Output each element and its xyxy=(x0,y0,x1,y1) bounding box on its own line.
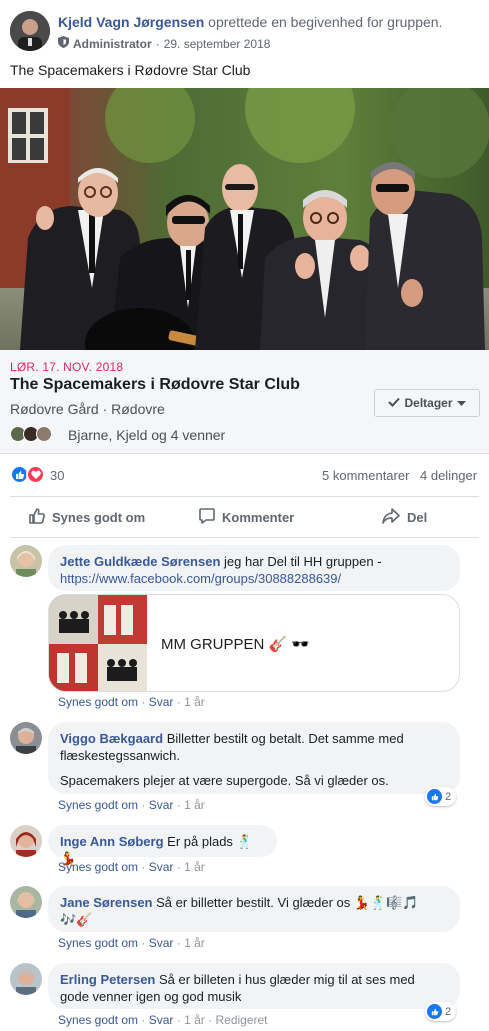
comment-like-link[interactable]: Synes godt om xyxy=(58,860,138,874)
rsvp-going-button[interactable]: Deltager xyxy=(374,389,480,417)
rsvp-label: Deltager xyxy=(404,396,453,410)
comment-text: jeg har Del til HH gruppen - xyxy=(224,554,382,569)
comment-text: 🎶🎸 xyxy=(60,912,93,927)
thumbs-up-icon xyxy=(427,1004,442,1019)
comment-text: Så er billeten i hus glæder mig til at s… xyxy=(159,972,415,987)
share-button[interactable]: Del xyxy=(381,502,427,532)
comment-like-badge[interactable]: 2 xyxy=(425,1002,457,1021)
commenter-name[interactable]: Jane Sørensen xyxy=(60,895,153,910)
edited-label[interactable]: Redigeret xyxy=(215,1013,267,1027)
comment-timestamp[interactable]: 1 år xyxy=(184,798,205,812)
comment-text: flæskestegssanwich. xyxy=(60,748,180,763)
comment-button-label: Kommenter xyxy=(222,509,295,525)
comment-reply-link[interactable]: Svar xyxy=(149,1013,174,1027)
friend-avatar xyxy=(36,426,52,442)
comment-button[interactable]: Kommenter xyxy=(198,502,294,532)
comment-bubble: Viggo Bækgaard Billetter bestilt og beta… xyxy=(48,722,460,794)
comment-reply-link[interactable]: Svar xyxy=(149,695,174,709)
comment-bubble: Jette Guldkæde Sørensen jeg har Del til … xyxy=(48,545,460,591)
commenter-avatar[interactable] xyxy=(10,722,42,754)
author-avatar[interactable] xyxy=(10,11,50,51)
love-reaction-icon xyxy=(26,465,45,484)
comments-count[interactable]: 5 kommentarer xyxy=(322,468,409,483)
comment-timestamp[interactable]: 1 år xyxy=(184,695,205,709)
post-text: The Spacemakers i Rødovre Star Club xyxy=(10,62,251,78)
comment-reply-link[interactable]: Svar xyxy=(149,798,174,812)
comment-like-link[interactable]: Synes godt om xyxy=(58,695,138,709)
comment-like-count: 2 xyxy=(445,1005,452,1018)
comment-timestamp[interactable]: 1 år xyxy=(184,936,205,950)
reaction-count[interactable]: 30 xyxy=(50,468,64,483)
comment-actions: Synes godt om · Svar · 1 år xyxy=(58,695,205,709)
comment-text: Spacemakers plejer at være supergode. Så… xyxy=(60,773,389,788)
comment-text: Så er billetter bestilt. Vi glæder os 💃🕺… xyxy=(156,895,419,910)
comment-like-badge[interactable]: 2 xyxy=(425,787,457,806)
admin-role: Administrator xyxy=(73,36,152,51)
divider xyxy=(10,496,479,497)
comment-like-link[interactable]: Synes godt om xyxy=(58,936,138,950)
comment-text: gode venner igen og god musik xyxy=(60,989,242,1004)
comment-reply-link[interactable]: Svar xyxy=(149,860,174,874)
comment-actions: Synes godt om · Svar · 1 år · Redigeret xyxy=(58,1013,268,1027)
going-friends-avatars[interactable] xyxy=(10,426,52,442)
post-action-text: oprettede en begivenhed for gruppen. xyxy=(208,14,443,30)
comment-actions: Synes godt om · Svar · 1 år xyxy=(58,860,205,874)
event-title[interactable]: The Spacemakers i Rødovre Star Club xyxy=(10,376,300,394)
divider xyxy=(10,537,479,538)
comment-timestamp[interactable]: 1 år xyxy=(184,860,205,874)
caret-down-icon xyxy=(456,396,466,410)
link-preview-image xyxy=(49,595,147,691)
link-preview-card[interactable]: MM GRUPPEN 🎸 🕶️ xyxy=(48,594,460,692)
post-meta: Administrator · 29. september 2018 xyxy=(58,36,270,51)
comment-like-link[interactable]: Synes godt om xyxy=(58,1013,138,1027)
comment-bubble: Jane Sørensen Så er billetter bestilt. V… xyxy=(48,886,460,932)
commenter-avatar[interactable] xyxy=(10,963,42,995)
event-date: LØR. 17. NOV. 2018 xyxy=(10,360,124,374)
going-friends-text[interactable]: Bjarne, Kjeld og 4 venner xyxy=(68,427,225,443)
comment-actions: Synes godt om · Svar · 1 år xyxy=(58,936,205,950)
reaction-icons[interactable] xyxy=(10,465,45,484)
post-header-line: Kjeld Vagn Jørgensen oprettede en begive… xyxy=(58,14,442,30)
share-arrow-icon xyxy=(381,507,401,528)
commenter-avatar[interactable] xyxy=(10,825,42,857)
post-author-link[interactable]: Kjeld Vagn Jørgensen xyxy=(58,14,204,30)
like-button[interactable]: Synes godt om xyxy=(28,502,145,532)
comment-reply-link[interactable]: Svar xyxy=(149,936,174,950)
comment-like-link[interactable]: Synes godt om xyxy=(58,798,138,812)
link-preview-title: MM GRUPPEN 🎸 🕶️ xyxy=(161,636,311,653)
comment-link[interactable]: https://www.facebook.com/groups/30888288… xyxy=(60,571,341,586)
thumbs-up-icon xyxy=(28,507,46,528)
post-timestamp[interactable]: 29. september 2018 xyxy=(164,37,271,51)
share-button-label: Del xyxy=(407,509,428,525)
commenter-avatar[interactable] xyxy=(10,545,42,577)
commenter-name[interactable]: Erling Petersen xyxy=(60,972,155,987)
comment-bubble: Inge Ann Søberg Er på plads 🕺💃 xyxy=(48,825,277,866)
commenter-name[interactable]: Viggo Bækgaard xyxy=(60,731,163,746)
shares-count[interactable]: 4 delinger xyxy=(420,468,477,483)
thumbs-up-icon xyxy=(427,789,442,804)
comment-like-count: 2 xyxy=(445,790,452,803)
commenter-avatar[interactable] xyxy=(10,886,42,918)
shield-icon xyxy=(58,36,69,51)
event-cover-photo[interactable] xyxy=(0,88,489,350)
comment-bubble-icon xyxy=(198,507,216,528)
comment-actions: Synes godt om · Svar · 1 år xyxy=(58,798,205,812)
meta-separator: · xyxy=(155,36,160,51)
commenter-name[interactable]: Inge Ann Søberg xyxy=(60,834,164,849)
checkmark-icon xyxy=(388,396,401,410)
event-location: Rødovre Gård · Rødovre xyxy=(10,401,165,417)
comment-timestamp[interactable]: 1 år xyxy=(184,1013,205,1027)
comment-text: Billetter bestilt og betalt. Det samme m… xyxy=(166,731,404,746)
comment-bubble: Erling Petersen Så er billeten i hus glæ… xyxy=(48,963,460,1009)
like-button-label: Synes godt om xyxy=(52,509,146,525)
commenter-name[interactable]: Jette Guldkæde Sørensen xyxy=(60,554,220,569)
